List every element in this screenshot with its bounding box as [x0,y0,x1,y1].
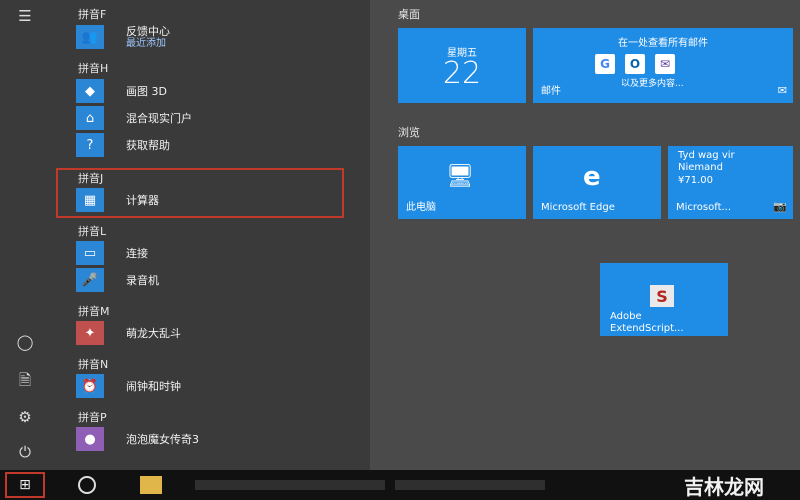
app-name: 泡泡魔女传奇3 [126,432,199,446]
app-name: 连接 [126,246,148,260]
this-pc-tile[interactable]: 🖥 此电脑 [398,146,526,219]
app-list: 拼音F 👥 反馈中心 最近添加 拼音H ◆ 画图 3D ⌂ 混合现实门户 ? 获… [50,0,370,470]
section-header-h[interactable]: 拼音H [78,60,108,76]
section-header-m[interactable]: 拼音M [78,303,110,319]
camera-icon: 📷 [773,200,787,213]
feedback-hub-icon: 👥 [76,25,104,49]
section-header-p[interactable]: 拼音P [78,409,107,425]
game-icon: ✦ [76,321,104,345]
store-price: ¥71.00 [678,175,713,186]
voice-recorder-icon: 🎤 [76,268,104,292]
google-icon: G [595,54,615,74]
settings-gear-icon[interactable]: ⚙ [13,405,37,429]
store-line1: Tyd wag vir [678,150,735,161]
get-help-icon: ? [76,133,104,157]
edge-label: Microsoft Edge [541,202,615,213]
calendar-tile[interactable]: 星期五 22 [398,28,526,103]
taskbar-app-strip[interactable] [395,480,545,490]
app-name: 混合现实门户 [126,111,192,125]
taskbar: ⊞ 吉林龙网 [0,470,800,500]
mail-tile[interactable]: 在一处查看所有邮件 G O ✉ 以及更多内容... 邮件 ✉ [533,28,793,103]
app-feedback-hub[interactable]: 👥 反馈中心 最近添加 [76,25,170,49]
app-name: 萌龙大乱斗 [126,326,181,340]
app-name: 闹钟和时钟 [126,379,181,393]
mixed-reality-icon: ⌂ [76,106,104,130]
highlight-box [56,168,344,218]
envelope-icon: ✉ [777,84,787,97]
recently-added-label: 最近添加 [126,37,166,49]
file-explorer-icon[interactable] [140,476,162,494]
app-mixed-reality[interactable]: ⌂ 混合现实门户 [76,106,192,130]
start-button-windows-icon[interactable]: ⊞ [5,472,45,498]
app-dragon-game[interactable]: ✦ 萌龙大乱斗 [76,321,181,345]
app-name: 反馈中心 [126,24,170,38]
bubble-game-icon: ● [76,427,104,451]
section-header-n[interactable]: 拼音N [78,356,108,372]
computer-monitor-icon: 🖥 [446,164,474,189]
outlook-icon: O [625,54,645,74]
section-header-l[interactable]: 拼音L [78,223,106,239]
edge-browser-icon: e [583,162,601,192]
documents-icon[interactable]: 🗎 [13,370,37,394]
cortana-search-icon[interactable] [78,476,96,494]
app-name: 获取帮助 [126,138,170,152]
adobe-line2: ExtendScript... [610,323,684,334]
start-left-rail: ☰ ◯ 🗎 ⚙ ⏻ [0,0,50,470]
mail-heading: 在一处查看所有邮件 [618,38,708,49]
adobe-line1: Adobe [610,311,642,322]
app-alarms-clock[interactable]: ⏰ 闹钟和时钟 [76,374,181,398]
store-label: Microsoft... [676,202,732,213]
mail-label: 邮件 [541,86,561,97]
adobe-extendscript-icon: S [650,285,674,307]
app-name: 画图 3D [126,84,167,98]
app-bubble-witch[interactable]: ● 泡泡魔女传奇3 [76,427,199,451]
app-connect[interactable]: ▭ 连接 [76,241,148,265]
app-voice-recorder[interactable]: 🎤 录音机 [76,268,159,292]
edge-tile[interactable]: e Microsoft Edge [533,146,661,219]
connect-icon: ▭ [76,241,104,265]
paint3d-icon: ◆ [76,79,104,103]
power-icon[interactable]: ⏻ [13,440,37,464]
this-pc-label: 此电脑 [406,202,436,213]
hamburger-menu-icon[interactable]: ☰ [13,4,37,28]
store-tile[interactable]: Tyd wag vir Niemand ¥71.00 Microsoft... … [668,146,793,219]
mail-more: 以及更多内容... [621,79,684,89]
tile-group-browse[interactable]: 浏览 [398,124,420,140]
watermark: 吉林龙网 [684,475,764,499]
calendar-date: 22 [442,56,482,91]
app-name: 录音机 [126,273,159,287]
user-account-icon[interactable]: ◯ [13,330,37,354]
tile-group-desktop[interactable]: 桌面 [398,6,420,22]
app-paint3d[interactable]: ◆ 画图 3D [76,79,167,103]
store-line2: Niemand [678,162,723,173]
section-header-f[interactable]: 拼音F [78,6,106,22]
taskbar-app-strip[interactable] [195,480,385,490]
alarm-clock-icon: ⏰ [76,374,104,398]
yahoo-mail-icon: ✉ [655,54,675,74]
app-get-help[interactable]: ? 获取帮助 [76,133,170,157]
adobe-extendscript-tile[interactable]: S Adobe ExtendScript... [600,263,728,336]
